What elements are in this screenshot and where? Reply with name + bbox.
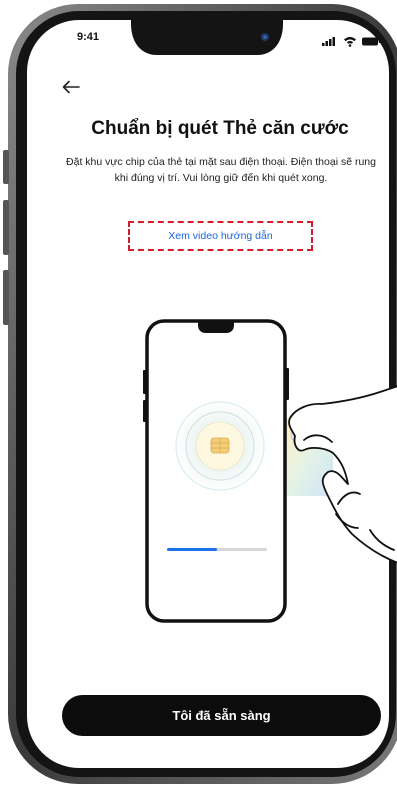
back-arrow-icon bbox=[62, 80, 80, 94]
wifi-icon bbox=[344, 37, 356, 47]
scan-progress-bar bbox=[167, 548, 267, 551]
watch-video-link[interactable]: Xem video hướng dẫn bbox=[168, 230, 272, 242]
app-screen: 9:41 Chuẩn bị quét Thẻ căn cước Đặt khu … bbox=[0, 0, 397, 797]
instruction-text: Đặt khu vực chip của thẻ tại mặt sau điệ… bbox=[66, 156, 376, 184]
status-time: 9:41 bbox=[77, 31, 100, 43]
ready-button[interactable]: Tôi đã sẵn sàng bbox=[62, 695, 381, 736]
page-title: Chuẩn bị quét Thẻ căn cước bbox=[91, 118, 349, 139]
chip-icon bbox=[210, 437, 230, 454]
back-button[interactable] bbox=[58, 74, 84, 100]
nfc-scan-illustration bbox=[143, 319, 397, 623]
video-link-highlight: Xem video hướng dẫn bbox=[128, 221, 313, 251]
signal-icon bbox=[322, 37, 335, 46]
status-icons bbox=[320, 34, 382, 47]
progress-fill bbox=[167, 548, 217, 551]
battery-icon bbox=[362, 37, 381, 46]
